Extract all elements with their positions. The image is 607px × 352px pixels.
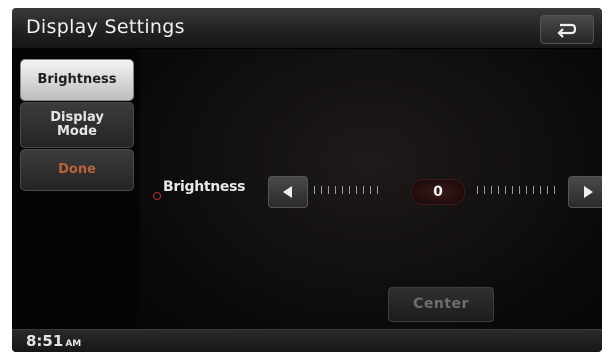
sidebar-item-label: Brightness (37, 72, 117, 87)
return-arrow-icon (557, 23, 577, 38)
brightness-scale-left (314, 186, 378, 196)
triangle-right-icon (584, 186, 593, 198)
brightness-scale-right (477, 186, 555, 196)
brightness-value: 0 (411, 179, 465, 205)
decrease-brightness-button[interactable] (268, 176, 308, 208)
triangle-left-icon (283, 186, 292, 198)
display-settings-screen: Display Settings Brightness Display Mode… (12, 8, 602, 352)
setting-bullet-icon (153, 192, 161, 200)
sidebar-item-brightness[interactable]: Brightness (20, 59, 134, 101)
done-button[interactable]: Done (20, 149, 134, 191)
sidebar-item-label: Display Mode (50, 110, 104, 139)
title-bar: Display Settings (12, 8, 602, 49)
status-bar: 8:51 AM (12, 329, 602, 352)
done-label: Done (58, 162, 96, 177)
clock: 8:51 AM (26, 332, 81, 350)
back-button[interactable] (540, 15, 594, 44)
center-button[interactable]: Center (388, 287, 494, 322)
page-title: Display Settings (26, 16, 185, 38)
brightness-label: Brightness (163, 179, 246, 195)
clock-ampm: AM (65, 339, 82, 349)
increase-brightness-button[interactable] (568, 176, 602, 208)
clock-time: 8:51 (26, 332, 64, 350)
sidebar-item-display-mode[interactable]: Display Mode (20, 102, 134, 148)
